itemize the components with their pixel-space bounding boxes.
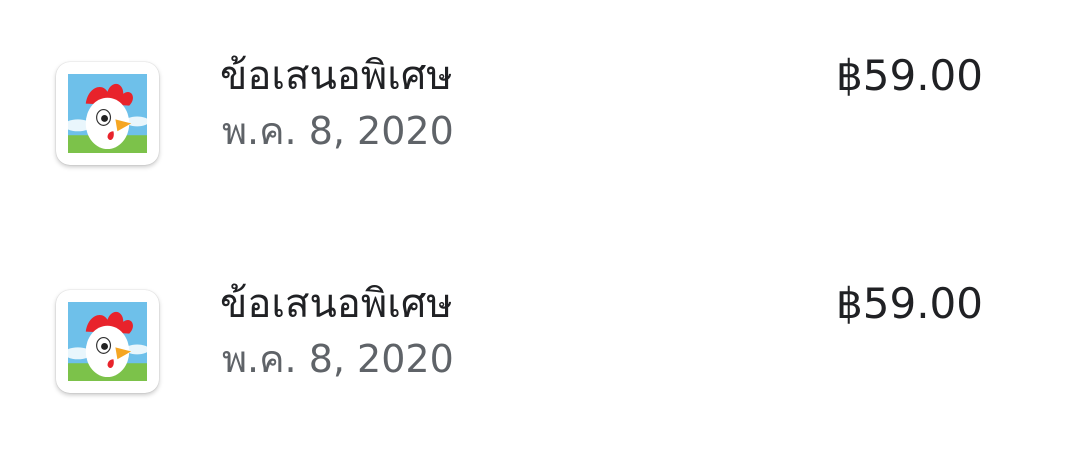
purchase-price: ฿59.00 — [836, 279, 983, 328]
rooster-game-icon — [56, 62, 159, 165]
purchase-row[interactable]: ข้อเสนอพิเศษ พ.ค. 8, 2020 ฿59.00 — [0, 256, 1080, 406]
purchase-title: ข้อเสนอพิเศษ — [220, 281, 453, 327]
purchase-date: พ.ค. 8, 2020 — [222, 337, 454, 381]
purchase-date: พ.ค. 8, 2020 — [222, 109, 454, 153]
purchase-row[interactable]: ข้อเสนอพิเศษ พ.ค. 8, 2020 ฿59.00 — [0, 28, 1080, 178]
purchase-history-list: ข้อเสนอพิเศษ พ.ค. 8, 2020 ฿59.00 ข้อเสนอ… — [0, 0, 1080, 462]
rooster-game-icon — [56, 290, 159, 393]
purchase-title: ข้อเสนอพิเศษ — [220, 53, 453, 99]
purchase-price: ฿59.00 — [836, 51, 983, 100]
rooster-icon-art — [68, 302, 147, 381]
rooster-icon-art — [68, 74, 147, 153]
